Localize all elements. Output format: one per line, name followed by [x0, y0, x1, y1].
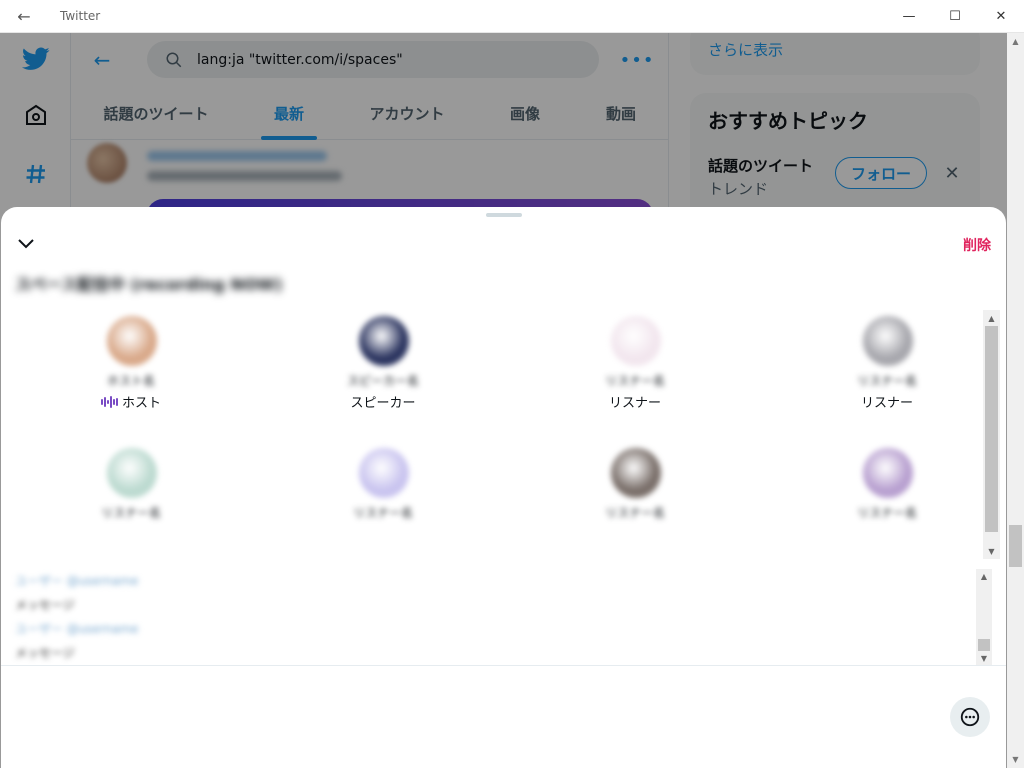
participant-role: ホスト [6, 392, 256, 411]
participant-item[interactable]: リスナー名 リスナー [762, 310, 985, 430]
participant-name: リスナー名 [856, 506, 917, 520]
avatar [359, 448, 409, 498]
participant-item[interactable]: ホスト名ホスト [6, 310, 256, 430]
chat-scrollbar[interactable]: ▲ ▼ [976, 569, 992, 665]
participant-name: ホスト名 [106, 374, 155, 388]
chat-message: メッセージ [15, 596, 75, 612]
chat-user: ユーザー @username [15, 622, 139, 636]
participant-item[interactable]: スピーカー名 スピーカー [258, 310, 508, 430]
scroll-up-icon[interactable]: ▲ [1007, 33, 1024, 50]
chat-bubble-dots-icon [960, 707, 980, 727]
participant-role-label: リスナー [860, 396, 913, 411]
window-back-button[interactable]: ← [0, 0, 48, 33]
space-sheet: 削除 スペース配信中 (recording NOW) ホスト名 ホスト スピーカー名… [1, 207, 1006, 768]
participants-grid: ホスト名 ホスト スピーカー名 スピーカー リスナー名 リスナー リスナー名 リスナー リスナー… [1, 310, 985, 560]
avatar [107, 448, 157, 498]
page-scrollbar[interactable]: ▲ ▼ [1007, 33, 1024, 768]
participant-name: リスナー名 [352, 506, 413, 520]
participant-item[interactable]: リスナー名 リスナー [510, 310, 760, 430]
participant-role-label: リスナー [608, 396, 661, 411]
reaction-button[interactable] [950, 697, 990, 737]
scroll-down-icon[interactable]: ▼ [983, 543, 1000, 559]
sheet-grabber[interactable] [486, 213, 522, 217]
avatar [863, 448, 913, 498]
participant-role-label: スピーカー [350, 396, 416, 411]
scroll-down-icon[interactable]: ▼ [976, 651, 992, 665]
space-title: スペース配信中 (recording NOW) [15, 275, 283, 294]
chat-text: メッセージ [15, 646, 75, 660]
participant-item[interactable]: リスナー名 [510, 442, 760, 560]
window-controls: — ☐ ✕ [886, 0, 1024, 33]
avatar [611, 448, 661, 498]
participant-name: リスナー名 [856, 374, 917, 388]
avatar [359, 316, 409, 366]
window-titlebar: ← Twitter — ☐ ✕ [0, 0, 1024, 33]
scroll-down-icon[interactable]: ▼ [1007, 751, 1024, 768]
close-icon: ✕ [995, 9, 1007, 24]
avatar [107, 316, 157, 366]
chat-message: ユーザー @username [15, 620, 139, 636]
participant-role: リスナー [762, 392, 985, 411]
participant-name: スピーカー名 [346, 374, 419, 388]
scrollbar-thumb[interactable] [985, 326, 998, 532]
window-title: Twitter [60, 9, 101, 23]
participant-role: リスナー [510, 392, 760, 411]
scroll-up-icon[interactable]: ▲ [983, 310, 1000, 326]
participant-item[interactable]: リスナー名 [6, 442, 256, 560]
participant-role-label: ホスト [121, 396, 161, 411]
scroll-up-icon[interactable]: ▲ [976, 569, 992, 583]
minimize-button[interactable]: — [886, 0, 932, 33]
arrow-left-icon: ← [17, 6, 31, 26]
chat-text: メッセージ [15, 598, 75, 612]
delete-button[interactable]: 削除 [963, 235, 991, 255]
scrollbar-thumb[interactable] [978, 639, 990, 651]
maximize-button[interactable]: ☐ [932, 0, 978, 33]
host-audio-icon [100, 395, 118, 408]
collapse-sheet-button[interactable] [13, 231, 39, 257]
avatar [863, 316, 913, 366]
maximize-icon: ☐ [949, 9, 961, 24]
chat-user: ユーザー @username [15, 574, 139, 588]
participants-scrollbar[interactable]: ▲ ▼ [983, 310, 1000, 559]
close-window-button[interactable]: ✕ [978, 0, 1024, 33]
participant-role: スピーカー [258, 392, 508, 411]
minimize-icon: — [902, 9, 916, 24]
participant-name: リスナー名 [604, 374, 665, 388]
participant-item[interactable]: リスナー名 [762, 442, 985, 560]
divider [1, 665, 1006, 666]
participant-item[interactable]: リスナー名 [258, 442, 508, 560]
participant-name: リスナー名 [100, 506, 161, 520]
chat-message: ユーザー @username [15, 572, 139, 588]
chevron-down-icon [18, 239, 34, 249]
participant-name: リスナー名 [604, 506, 665, 520]
space-chat: ユーザー @username メッセージ ユーザー @username メッセージ [1, 566, 991, 666]
avatar [611, 316, 661, 366]
chat-message: メッセージ [15, 644, 75, 660]
scrollbar-thumb[interactable] [1009, 525, 1022, 567]
